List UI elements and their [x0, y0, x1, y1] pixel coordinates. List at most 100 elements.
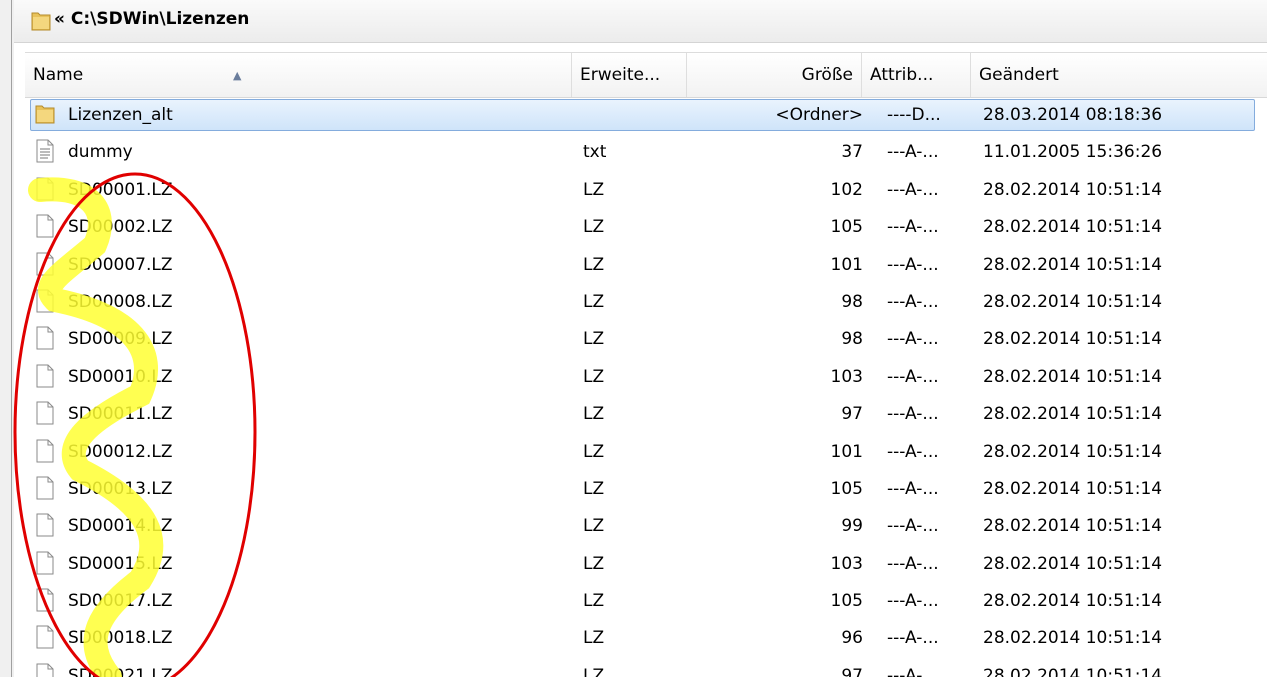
file-row[interactable]: SD00021.LZ LZ 97 ---A-... 28.02.2014 10:51:1… — [25, 658, 1267, 677]
file-row[interactable]: SD00010.LZ LZ 103 ---A-... 28.02.2014 10:51:… — [25, 359, 1267, 396]
file-name: SD00017.LZ — [68, 591, 173, 612]
file-extension: LZ — [583, 254, 605, 275]
file-name: SD00015.LZ — [68, 553, 173, 574]
file-attributes: ---A-... — [887, 516, 939, 537]
file-row[interactable]: SD00015.LZ LZ 103 ---A-... 28.02.2014 10:51:… — [25, 546, 1267, 583]
file-row[interactable]: Lizenzen_alt <Ordner> ----D... 28.03.2014 0… — [25, 97, 1267, 134]
file-icon — [35, 551, 55, 580]
file-attributes: ---A-... — [887, 217, 939, 238]
column-header-size[interactable]: Größe — [687, 53, 862, 97]
file-modified: 28.02.2014 10:51:14 — [983, 591, 1163, 612]
file-modified: 28.02.2014 10:51:14 — [983, 516, 1163, 537]
file-attributes: ---A-... — [887, 441, 939, 462]
file-name: SD00014.LZ — [68, 516, 173, 537]
current-path[interactable]: « C:\SDWin\Lizenzen — [54, 9, 249, 29]
file-size: <Ordner> — [775, 105, 863, 125]
file-extension: LZ — [583, 441, 605, 462]
file-icon — [35, 476, 55, 505]
file-modified: 28.02.2014 10:51:14 — [983, 366, 1163, 387]
folder-icon — [31, 9, 51, 36]
file-row[interactable]: SD00012.LZ LZ 101 ---A-... 28.02.2014 10:51:… — [25, 434, 1267, 471]
file-attributes: ---A-... — [887, 478, 939, 499]
file-name: SD00012.LZ — [68, 441, 173, 462]
file-attributes: ---A-... — [887, 591, 939, 612]
file-icon — [35, 177, 55, 206]
file-name: SD00011.LZ — [68, 404, 173, 425]
file-row[interactable]: SD00014.LZ LZ 99 ---A-... 28.02.2014 10:51:1… — [25, 508, 1267, 545]
column-header-name-label: Name — [33, 65, 84, 85]
file-size: 103 — [830, 553, 863, 574]
column-header-size-label: Größe — [801, 65, 853, 85]
file-row[interactable]: dummy txt 37 ---A-... 11.01.2005 15:36:26 — [25, 134, 1267, 171]
path-bar: « C:\SDWin\Lizenzen — [14, 0, 1267, 43]
file-extension: LZ — [583, 591, 605, 612]
file-name: SD00013.LZ — [68, 478, 173, 499]
file-size: 105 — [830, 478, 863, 499]
file-row[interactable]: SD00018.LZ LZ 96 ---A-... 28.02.2014 10:51:1… — [25, 620, 1267, 657]
file-size: 98 — [841, 329, 863, 350]
file-extension: LZ — [583, 628, 605, 649]
file-modified: 28.02.2014 10:51:14 — [983, 553, 1163, 574]
file-icon — [35, 364, 55, 393]
file-extension: txt — [583, 142, 607, 163]
file-modified: 28.02.2014 10:51:14 — [983, 478, 1163, 499]
file-extension: LZ — [583, 553, 605, 574]
column-header-name[interactable]: Name ▲ — [25, 53, 572, 97]
file-row[interactable]: SD00002.LZ LZ 105 ---A-... 28.02.2014 10:51:… — [25, 209, 1267, 246]
file-icon — [35, 326, 55, 355]
file-row[interactable]: SD00009.LZ LZ 98 ---A-... 28.02.2014 10:51:1… — [25, 321, 1267, 358]
file-icon — [35, 625, 55, 654]
file-attributes: ---A-... — [887, 366, 939, 387]
file-row[interactable]: SD00007.LZ LZ 101 ---A-... 28.02.2014 10:51:… — [25, 247, 1267, 284]
file-name: SD00010.LZ — [68, 366, 173, 387]
file-size: 97 — [841, 404, 863, 425]
file-attributes: ---A-... — [887, 628, 939, 649]
column-header-modified[interactable]: Geändert — [971, 53, 1267, 97]
file-size: 98 — [841, 291, 863, 312]
file-icon — [35, 588, 55, 617]
folder-icon — [35, 102, 55, 129]
file-row[interactable]: SD00011.LZ LZ 97 ---A-... 28.02.2014 10:51:1… — [25, 396, 1267, 433]
file-name: SD00002.LZ — [68, 217, 173, 238]
file-attributes: ---A-... — [887, 254, 939, 275]
file-modified: 28.02.2014 10:51:14 — [983, 254, 1163, 275]
file-modified: 28.03.2014 08:18:36 — [983, 105, 1163, 125]
file-extension: LZ — [583, 329, 605, 350]
file-size: 101 — [830, 254, 863, 275]
file-modified: 28.02.2014 10:51:14 — [983, 404, 1163, 425]
text-file-icon — [35, 139, 55, 168]
file-modified: 28.02.2014 10:51:14 — [983, 291, 1163, 312]
file-modified: 28.02.2014 10:51:14 — [983, 179, 1163, 200]
column-header-extension[interactable]: Erweite... — [572, 53, 687, 97]
file-size: 102 — [830, 179, 863, 200]
file-list[interactable]: Name ▲ Erweite... Größe Attrib... Geände… — [25, 44, 1267, 677]
file-modified: 28.02.2014 10:51:14 — [983, 329, 1163, 350]
file-attributes: ---A-... — [887, 142, 939, 163]
file-name: SD00001.LZ — [68, 179, 173, 200]
file-extension: LZ — [583, 516, 605, 537]
file-modified: 28.02.2014 10:51:14 — [983, 628, 1163, 649]
file-size: 37 — [841, 142, 863, 163]
sort-ascending-icon: ▲ — [233, 69, 242, 82]
file-size: 99 — [841, 516, 863, 537]
file-modified: 28.02.2014 10:51:14 — [983, 217, 1163, 238]
file-row[interactable]: SD00013.LZ LZ 105 ---A-... 28.02.2014 10:51:… — [25, 471, 1267, 508]
file-row[interactable]: SD00008.LZ LZ 98 ---A-... 28.02.2014 10:51:1… — [25, 284, 1267, 321]
file-row[interactable]: SD00001.LZ LZ 102 ---A-... 28.02.2014 10:51:… — [25, 172, 1267, 209]
file-extension: LZ — [583, 291, 605, 312]
column-header-extension-label: Erweite... — [580, 65, 661, 85]
file-extension: LZ — [583, 478, 605, 499]
file-icon — [35, 401, 55, 430]
file-name: SD00021.LZ — [68, 665, 173, 677]
file-extension: LZ — [583, 404, 605, 425]
file-attributes: ---A-... — [887, 553, 939, 574]
file-size: 105 — [830, 591, 863, 612]
file-size: 96 — [841, 628, 863, 649]
file-row[interactable]: SD00017.LZ LZ 105 ---A-... 28.02.2014 10:51:… — [25, 583, 1267, 620]
file-icon — [35, 289, 55, 318]
file-modified: 28.02.2014 10:51:14 — [983, 441, 1163, 462]
file-size: 105 — [830, 217, 863, 238]
file-extension: LZ — [583, 665, 605, 677]
column-header-attributes-label: Attrib... — [870, 65, 934, 85]
column-header-attributes[interactable]: Attrib... — [862, 53, 971, 97]
